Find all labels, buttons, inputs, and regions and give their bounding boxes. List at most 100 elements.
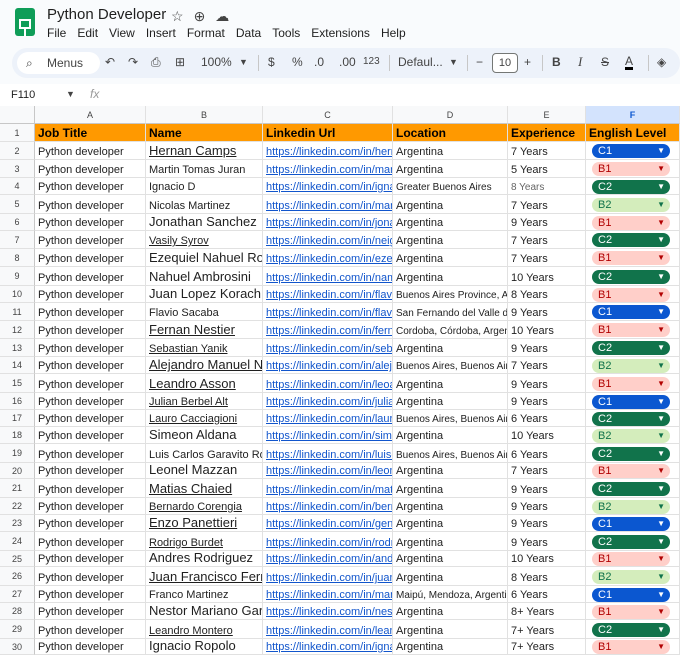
- row-number[interactable]: 7: [0, 231, 35, 249]
- cell-linkedin-url[interactable]: https://linkedin.com/in/lauro-: [263, 410, 393, 427]
- cell-name[interactable]: Franco Martinez: [146, 586, 263, 603]
- currency-format-button[interactable]: $: [268, 55, 275, 69]
- row-number[interactable]: 15: [0, 374, 35, 393]
- cell-linkedin-url[interactable]: https://linkedin.com/in/ignac: [263, 639, 393, 655]
- cell-name[interactable]: Enzo Panettieri: [146, 515, 263, 532]
- cell-english-level[interactable]: C2 ▼: [586, 339, 680, 357]
- cell-linkedin-url[interactable]: https://linkedin.com/in/andre: [263, 551, 393, 567]
- cell-name[interactable]: Hernan Camps: [146, 142, 263, 160]
- column-header-a[interactable]: A: [35, 106, 146, 124]
- cell-name[interactable]: Jonathan Sanchez: [146, 214, 263, 231]
- cell-linkedin-url[interactable]: https://linkedin.com/in/leone: [263, 463, 393, 479]
- cell-linkedin-url[interactable]: https://linkedin.com/in/leand: [263, 620, 393, 639]
- chip-chevron-down-icon[interactable]: ▼: [657, 198, 665, 212]
- cell-name[interactable]: Ignacio D: [146, 178, 263, 195]
- cell-location[interactable]: Buenos Aires, Buenos Aires: [393, 357, 508, 374]
- cell-linkedin-url[interactable]: https://linkedin.com/in/matia: [263, 479, 393, 498]
- cell-name[interactable]: Nicolas Martinez: [146, 195, 263, 214]
- english-level-chip[interactable]: B2 ▼: [592, 358, 670, 373]
- cell-english-level[interactable]: B2 ▼: [586, 195, 680, 214]
- cell-linkedin-url[interactable]: https://linkedin.com/in/jonath: [263, 214, 393, 231]
- row-number[interactable]: 16: [0, 393, 35, 410]
- menu-data[interactable]: Data: [236, 26, 261, 40]
- chip-chevron-down-icon[interactable]: ▼: [657, 180, 665, 194]
- cell-linkedin-url[interactable]: https://linkedin.com/in/julian-: [263, 393, 393, 410]
- cell-location[interactable]: Argentina: [393, 142, 508, 160]
- cell-name[interactable]: Bernardo Corengia: [146, 498, 263, 515]
- cell-location[interactable]: Argentina: [393, 515, 508, 532]
- menu-edit[interactable]: Edit: [77, 26, 98, 40]
- chip-chevron-down-icon[interactable]: ▼: [657, 464, 665, 478]
- cell-linkedin-url[interactable]: https://linkedin.com/in/neigri: [263, 231, 393, 249]
- cell-job-title[interactable]: Python developer: [35, 160, 146, 178]
- english-level-chip[interactable]: B1 ▼: [592, 162, 670, 176]
- english-level-chip[interactable]: B2 ▼: [592, 197, 670, 212]
- chip-chevron-down-icon[interactable]: ▼: [657, 429, 665, 443]
- cell-name[interactable]: Nestor Mariano Garc: [146, 603, 263, 620]
- cell-location[interactable]: Argentina: [393, 603, 508, 620]
- paint-format-icon[interactable]: ⊞: [175, 55, 185, 69]
- star-icon[interactable]: ☆: [171, 8, 194, 24]
- cell-location[interactable]: Argentina: [393, 639, 508, 655]
- english-level-chip[interactable]: C2 ▼: [592, 179, 670, 194]
- english-level-chip[interactable]: B1 ▼: [592, 323, 670, 337]
- cell-linkedin-url[interactable]: https://linkedin.com/in/ignac: [263, 178, 393, 195]
- english-level-chip[interactable]: B2 ▼: [592, 499, 670, 514]
- menu-file[interactable]: File: [47, 26, 66, 40]
- column-header-c[interactable]: C: [263, 106, 393, 124]
- cell-linkedin-url[interactable]: https://linkedin.com/in/luis-g: [263, 444, 393, 463]
- cell-job-title[interactable]: Python developer: [35, 620, 146, 639]
- cell-name[interactable]: Matias Chaied: [146, 479, 263, 498]
- cell-english-level[interactable]: B1 ▼: [586, 463, 680, 479]
- row-number[interactable]: 18: [0, 427, 35, 444]
- chip-chevron-down-icon[interactable]: ▼: [657, 251, 665, 265]
- cell-job-title[interactable]: Python developer: [35, 551, 146, 567]
- cell-linkedin-url[interactable]: https://linkedin.com/in/nesto: [263, 603, 393, 620]
- cell-location[interactable]: Argentina: [393, 214, 508, 231]
- cell-english-level[interactable]: C1 ▼: [586, 393, 680, 410]
- zoom-chevron-down-icon[interactable]: ▼: [239, 57, 248, 67]
- chip-chevron-down-icon[interactable]: ▼: [657, 323, 665, 337]
- row-number[interactable]: 9: [0, 267, 35, 286]
- fill-color-icon[interactable]: ◈: [657, 55, 666, 69]
- header-linkedin-url[interactable]: Linkedin Url: [263, 124, 393, 142]
- document-title[interactable]: Python Developer: [47, 6, 166, 23]
- cell-experience[interactable]: 7+ Years: [508, 639, 586, 655]
- cell-english-level[interactable]: C2 ▼: [586, 444, 680, 463]
- row-number[interactable]: 21: [0, 479, 35, 498]
- row-number[interactable]: 6: [0, 214, 35, 231]
- cell-location[interactable]: Argentina: [393, 427, 508, 444]
- cell-name[interactable]: Ezequiel Nahuel Ron: [146, 249, 263, 267]
- cell-experience[interactable]: 9 Years: [508, 515, 586, 532]
- cell-location[interactable]: Argentina: [393, 267, 508, 286]
- cell-english-level[interactable]: B1 ▼: [586, 639, 680, 655]
- cell-name[interactable]: Simeon Aldana: [146, 427, 263, 444]
- row-number[interactable]: 3: [0, 160, 35, 178]
- cell-job-title[interactable]: Python developer: [35, 178, 146, 195]
- cell-location[interactable]: Argentina: [393, 249, 508, 267]
- cell-job-title[interactable]: Python developer: [35, 214, 146, 231]
- cell-experience[interactable]: 7+ Years: [508, 620, 586, 639]
- chip-chevron-down-icon[interactable]: ▼: [657, 162, 665, 176]
- row-number[interactable]: 5: [0, 195, 35, 214]
- english-level-chip[interactable]: C2 ▼: [592, 341, 670, 355]
- chip-chevron-down-icon[interactable]: ▼: [657, 341, 665, 355]
- row-number[interactable]: 8: [0, 249, 35, 267]
- cell-location[interactable]: Maipú, Mendoza, Argentina: [393, 586, 508, 603]
- english-level-chip[interactable]: B1 ▼: [592, 287, 670, 302]
- cell-experience[interactable]: 10 Years: [508, 551, 586, 567]
- column-header-e[interactable]: E: [508, 106, 586, 124]
- row-number[interactable]: 10: [0, 286, 35, 303]
- cell-job-title[interactable]: Python developer: [35, 393, 146, 410]
- cell-experience[interactable]: 7 Years: [508, 357, 586, 374]
- row-number[interactable]: 25: [0, 551, 35, 567]
- cell-experience[interactable]: 10 Years: [508, 427, 586, 444]
- chip-chevron-down-icon[interactable]: ▼: [657, 552, 665, 566]
- cell-name[interactable]: Rodrigo Burdet: [146, 532, 263, 551]
- cell-job-title[interactable]: Python developer: [35, 303, 146, 321]
- cell-location[interactable]: Argentina: [393, 567, 508, 586]
- cell-location[interactable]: Argentina: [393, 551, 508, 567]
- cell-location[interactable]: Greater Buenos Aires: [393, 178, 508, 195]
- chip-chevron-down-icon[interactable]: ▼: [657, 395, 665, 409]
- row-number[interactable]: 20: [0, 463, 35, 479]
